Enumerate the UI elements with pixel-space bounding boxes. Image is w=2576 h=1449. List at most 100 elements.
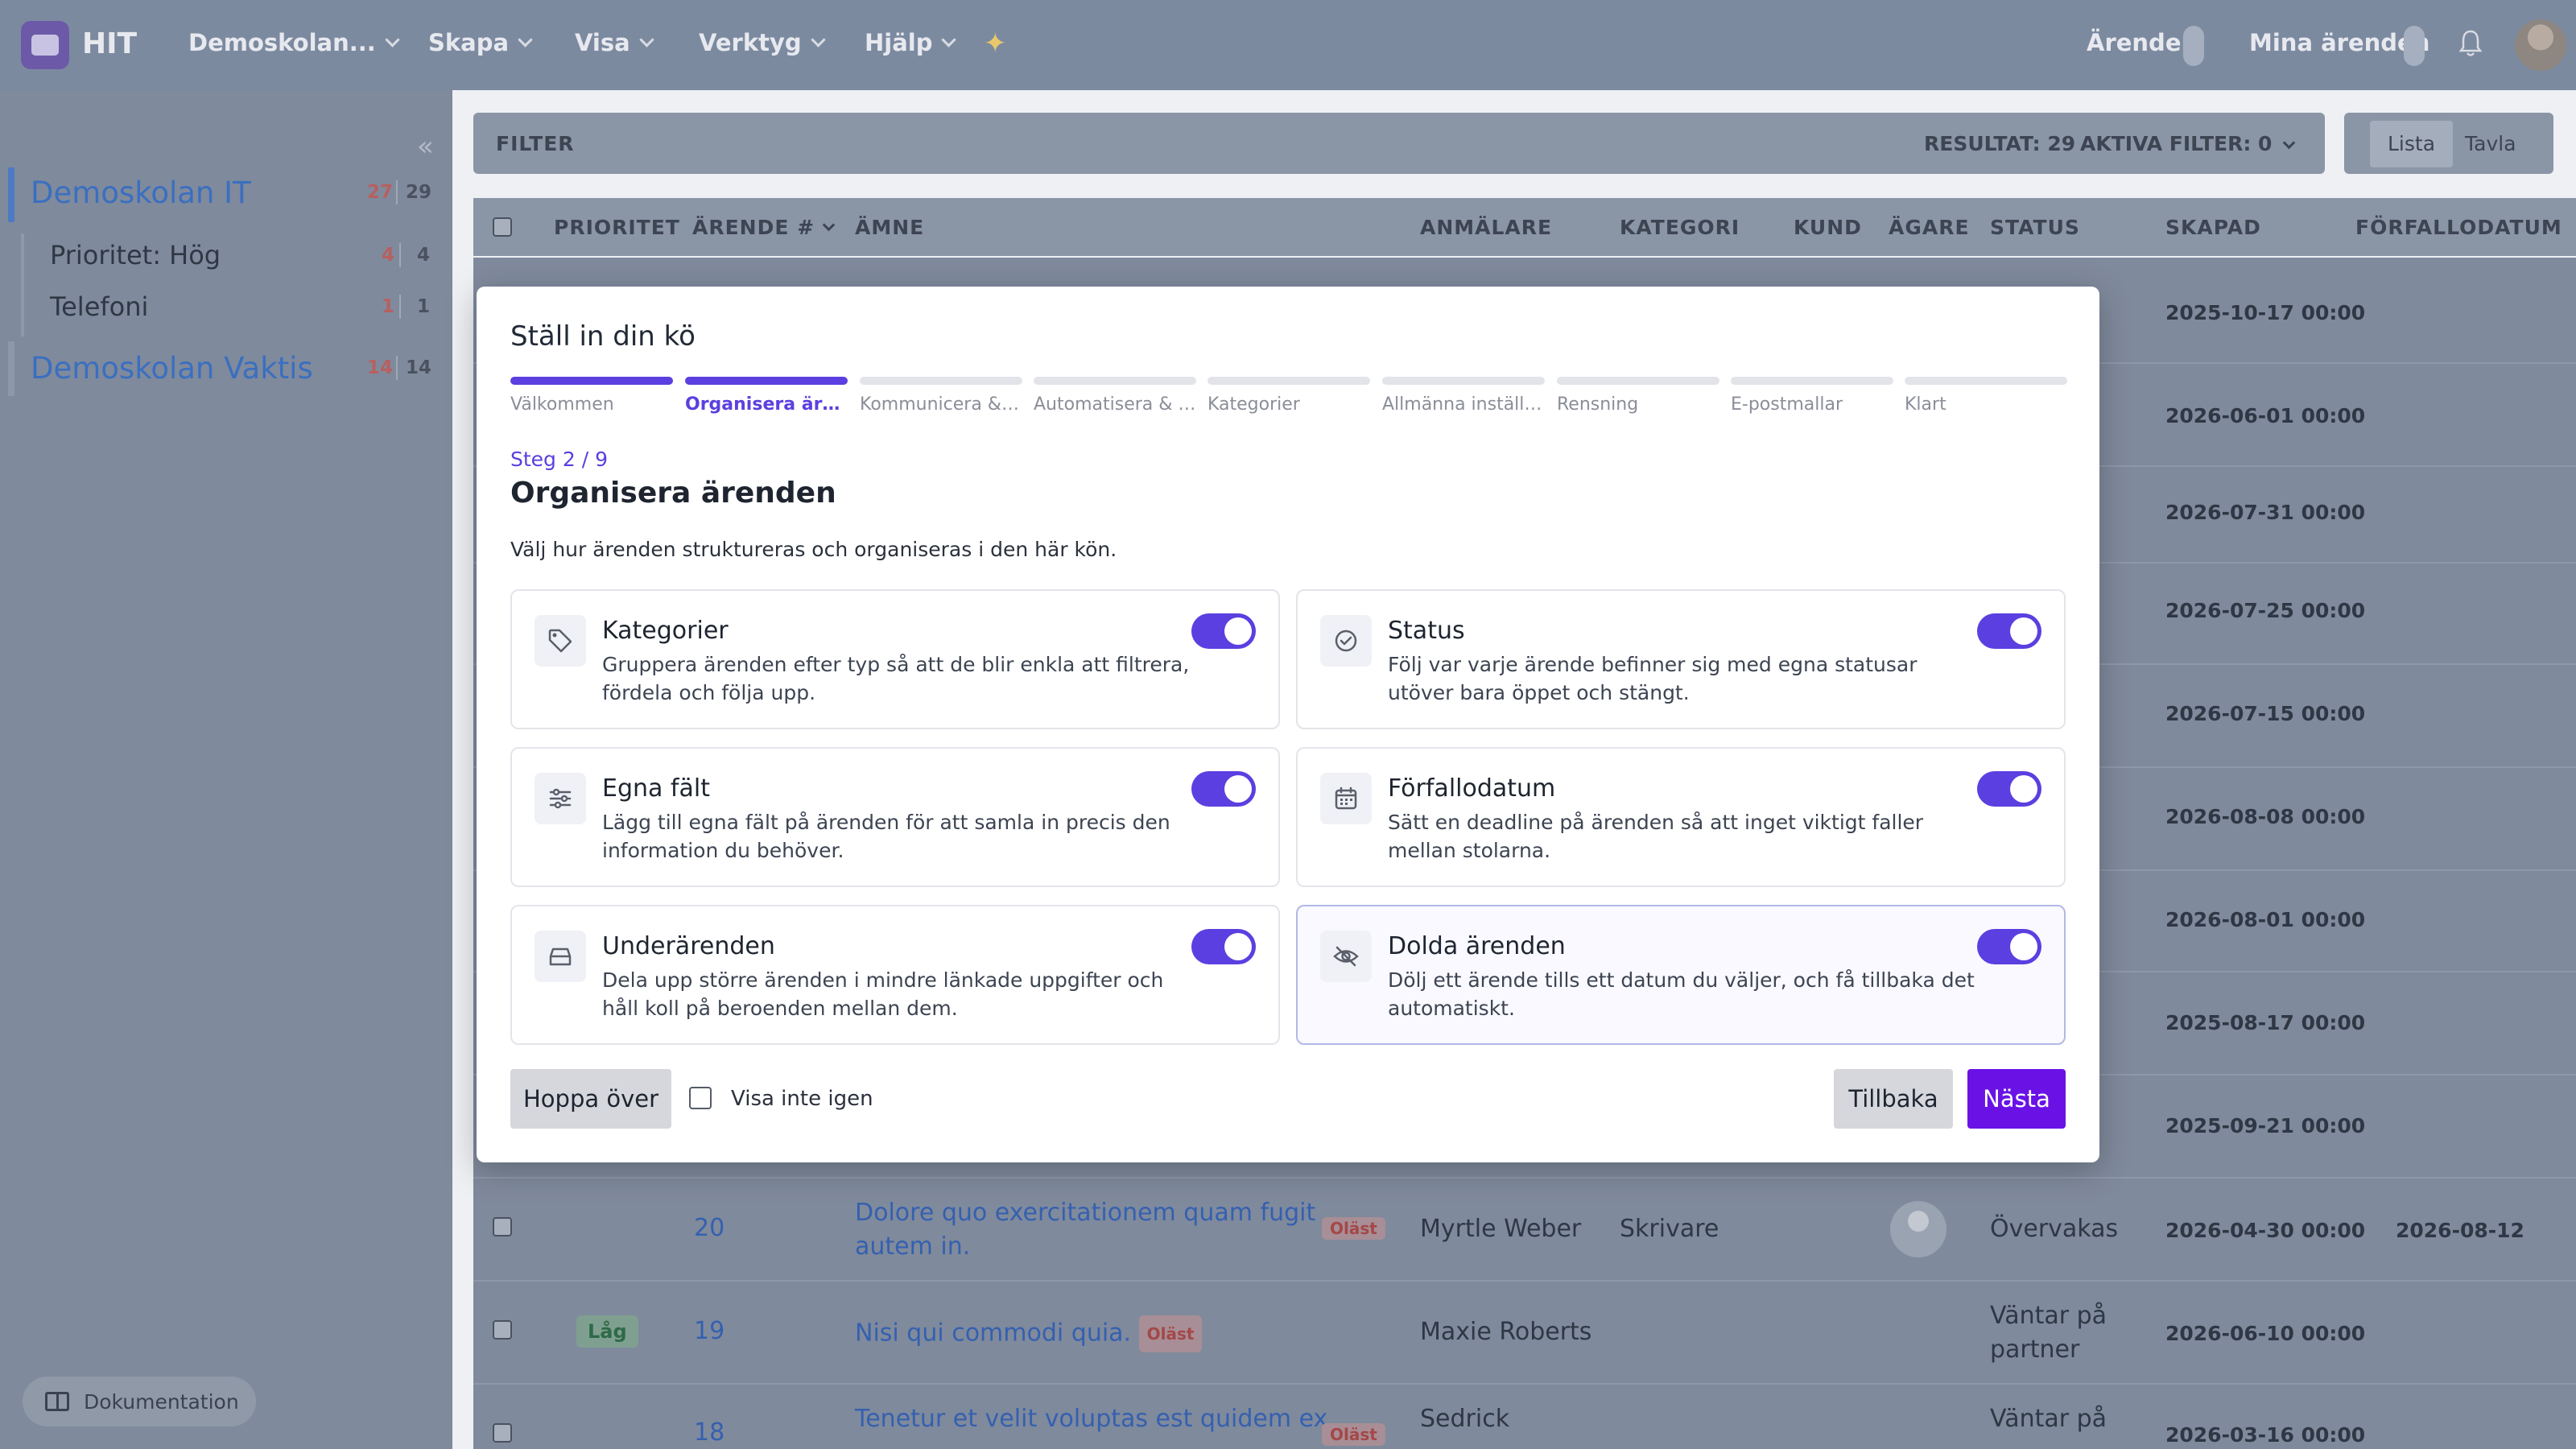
stepper-step-welcome[interactable]: Välkommen [510,377,673,415]
feature-card-due-date[interactable]: Förfallodatum Sätt en deadline på ärende… [1296,747,2066,887]
stepper-step-general-settings[interactable]: Allmänna inställningar [1382,377,1545,415]
total-count: 29 [406,182,432,203]
nav-view-menu[interactable]: Visa [575,29,654,56]
chevron-down-icon [941,31,957,47]
view-board-button[interactable]: Tavla [2447,121,2534,167]
stepper-step-organize[interactable]: Organisera ärenden [685,377,848,415]
ticket-id-link[interactable]: 19 [694,1317,724,1345]
count-divider [396,180,398,204]
inbox-icon [535,931,586,982]
col-subject[interactable]: ÄMNE [855,216,924,239]
step-description: Välj hur ärenden struktureras och organi… [510,538,1117,561]
eye-off-icon [1320,931,1372,982]
sidebar-queue-demoskolan-vaktis[interactable]: Demoskolan Vaktis 14 14 [8,341,435,396]
dont-show-again-label[interactable]: Visa inte igen [731,1087,873,1111]
stepper-step-automate[interactable]: Automatisera & analysera [1034,377,1196,415]
feature-card-categories[interactable]: Kategorier Gruppera ärenden efter typ så… [510,589,1280,729]
row-checkbox[interactable] [493,1423,512,1443]
due-date-toggle[interactable] [1977,771,2041,807]
feature-title: Dolda ärenden [1388,932,1566,960]
stepper-step-cleanup[interactable]: Rensning [1557,377,1719,415]
queue-setup-dialog: Ställ in din kö Välkommen Organisera äre… [477,287,2099,1162]
ticket-subject-link[interactable]: Tenetur et velit voluptas est quidem ex [855,1402,1327,1436]
step-progress-bar [860,377,1022,385]
created-date: 2026-06-01 00:00 [2165,404,2366,427]
status-line-1: Väntar på [1990,1302,2107,1330]
hidden-tickets-toggle[interactable] [1977,929,2041,964]
col-status[interactable]: STATUS [1990,216,2080,239]
filter-expand-toggle[interactable] [2275,134,2296,157]
unread-badge: Oläst [1138,1315,1203,1352]
custom-fields-toggle[interactable] [1191,771,1256,807]
created-date: 2025-10-17 00:00 [2165,301,2366,324]
filter-label[interactable]: FILTER [496,132,575,155]
brand-name[interactable]: HIT [82,27,137,60]
col-category[interactable]: KATEGORI [1620,216,1740,239]
sidebar-queue-title: Demoskolan IT [31,175,251,210]
col-reporter[interactable]: ANMÄLARE [1420,216,1552,239]
ticket-subject-link[interactable]: Dolore quo exercitationem quam fugit aut… [855,1196,1315,1264]
collapse-sidebar-icon[interactable]: « [417,130,434,163]
skip-button[interactable]: Hoppa över [510,1069,671,1129]
sidebar-item-telefoni[interactable]: Telefoni 1 1 [8,285,435,330]
status-line-2: partner [1990,1335,2080,1364]
tickets-link[interactable]: Ärenden [2087,29,2198,56]
active-filter-count: AKTIVA FILTER: 0 [2080,132,2273,155]
priority-badge: Låg [576,1315,638,1348]
feature-card-hidden-tickets[interactable]: Dolda ärenden Dölj ett ärende tills ett … [1296,905,2066,1045]
view-list-button[interactable]: Lista [2370,121,2454,167]
feature-description: Dela upp större ärenden i mindre länkade… [602,968,1164,1020]
dont-show-again-checkbox[interactable] [689,1087,712,1109]
ticket-subject-link[interactable]: Nisi qui commodi quia. Oläst [855,1315,1203,1352]
back-button[interactable]: Tillbaka [1834,1069,1953,1129]
ticket-id-link[interactable]: 20 [694,1214,724,1242]
subject-line-1: Nisi qui commodi quia. [855,1319,1132,1348]
row-checkbox[interactable] [493,1320,512,1340]
stepper-step-email-templates[interactable]: E-postmallar [1731,377,1893,415]
row-checkbox[interactable] [493,1217,512,1236]
sidebar-queue-demoskolan-it[interactable]: Demoskolan IT 27 29 [8,167,435,222]
nav-tools-menu[interactable]: Verktyg [699,29,826,56]
step-label: Klart [1905,394,1946,415]
subtickets-toggle[interactable] [1191,929,1256,964]
stepper-step-categories[interactable]: Kategorier [1208,377,1370,415]
book-icon [45,1392,69,1411]
feature-title: Förfallodatum [1388,774,1556,803]
feature-description: Gruppera ärenden efter typ så att de bli… [602,653,1190,704]
sparkle-icon[interactable]: ✦ [984,27,1007,60]
nav-help-menu[interactable]: Hjälp [865,29,957,56]
count-divider [396,356,398,380]
user-avatar[interactable] [2515,19,2566,71]
subject-line-1: Dolore quo exercitationem quam fugit [855,1199,1316,1227]
col-customer[interactable]: KUND [1794,216,1862,239]
col-priority[interactable]: PRIORITET [554,216,680,239]
next-button[interactable]: Nästa [1967,1069,2066,1129]
col-ticket-label: ÄRENDE # [692,216,815,239]
documentation-button[interactable]: Dokumentation [23,1377,256,1426]
col-ticket-number[interactable]: ÄRENDE # [692,216,836,239]
feature-card-subtickets[interactable]: Underärenden Dela upp större ärenden i m… [510,905,1280,1045]
ticket-id-link[interactable]: 18 [694,1418,724,1447]
bell-icon[interactable] [2458,29,2483,58]
feature-card-custom-fields[interactable]: Egna fält Lägg till egna fält på ärenden… [510,747,1280,887]
row-divider [473,1177,2576,1179]
owner-avatar[interactable] [1890,1201,1946,1257]
stepper-step-done[interactable]: Klart [1905,377,2067,415]
feature-title: Status [1388,617,1465,645]
col-due-date[interactable]: FÖRFALLODATUM [2355,216,2562,239]
sidebar-item-priority-high[interactable]: Prioritet: Hög 4 4 [8,233,435,279]
nav-create-menu[interactable]: Skapa [428,29,533,56]
feature-card-status[interactable]: Status Följ var varje ärende befinner si… [1296,589,2066,729]
status-toggle[interactable] [1977,613,2041,649]
col-created[interactable]: SKAPAD [2165,216,2261,239]
my-tickets-link[interactable]: Mina ärenden [2249,29,2429,56]
created-date: 2026-04-30 00:00 [2165,1219,2366,1242]
categories-toggle[interactable] [1191,613,1256,649]
count-divider [399,243,401,267]
select-all-checkbox[interactable] [493,217,512,237]
app-logo-icon[interactable] [21,21,69,69]
nav-queue-menu[interactable]: Demoskolan... [188,29,400,56]
reporter-name: Myrtle Weber [1420,1215,1582,1243]
stepper-step-communicate[interactable]: Kommunicera & samarbeta [860,377,1022,415]
col-owner[interactable]: ÄGARE [1889,216,1970,239]
